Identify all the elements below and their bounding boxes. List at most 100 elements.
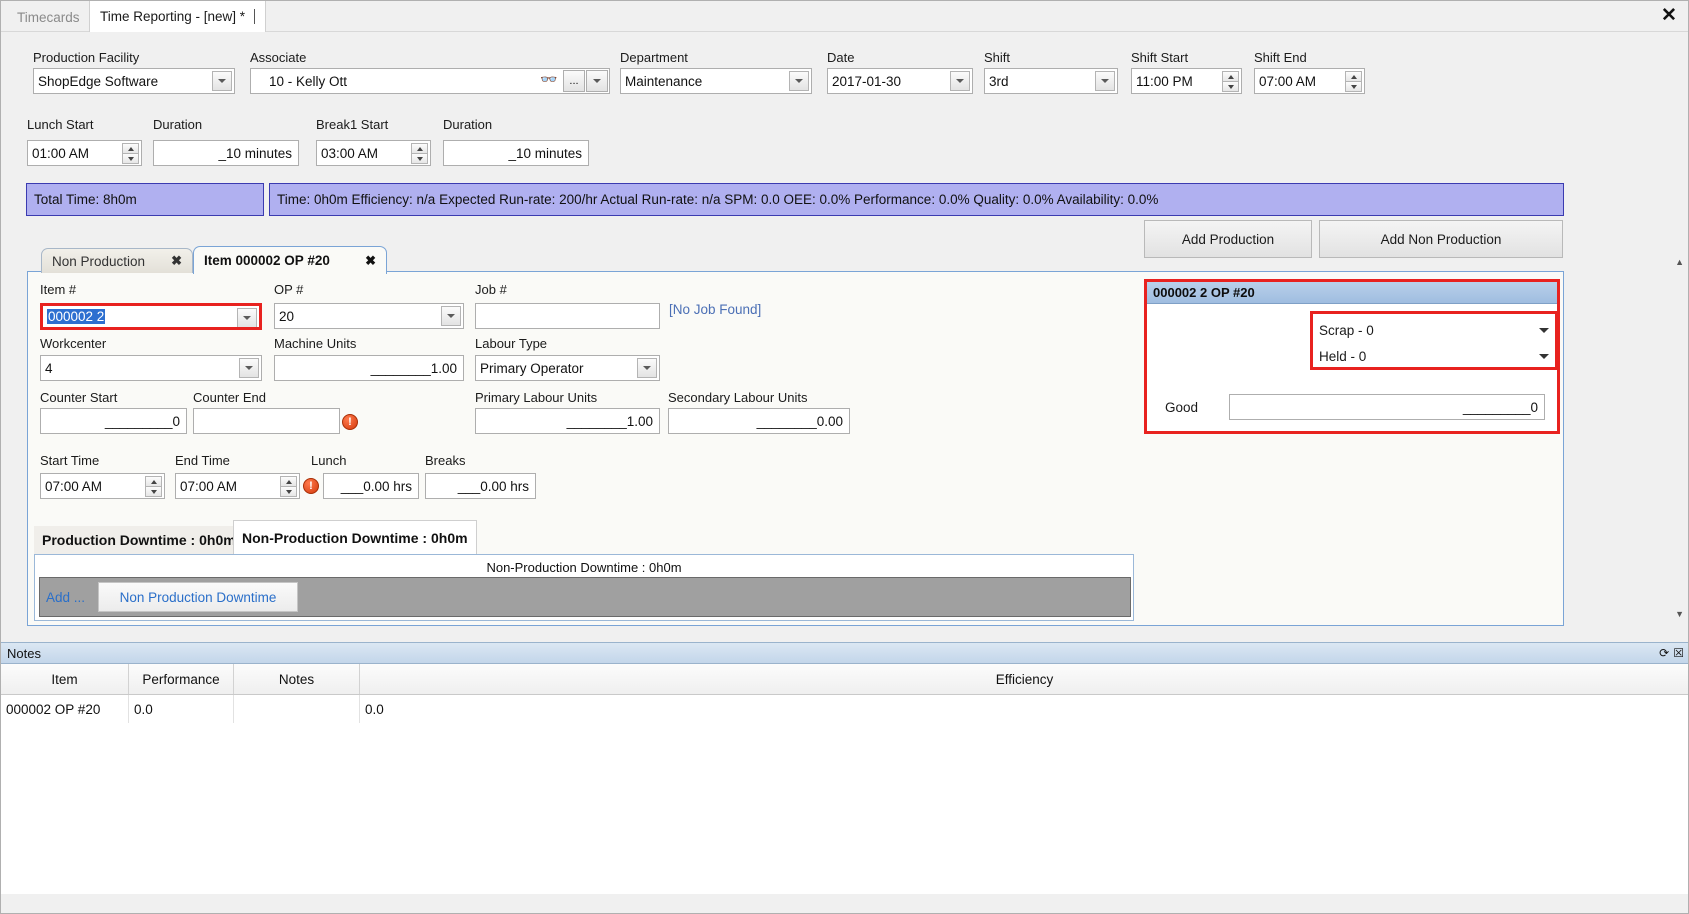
close-icon[interactable]: ✖ [171, 253, 182, 269]
shift-select[interactable]: 3rd [984, 68, 1118, 94]
breaks-input[interactable]: ___0.00 hrs [425, 473, 536, 499]
good-input[interactable]: _________0 [1229, 394, 1545, 420]
add-non-production-downtime-button[interactable]: Non Production Downtime [98, 582, 298, 612]
tab-item-000002-op20[interactable]: Item 000002 OP #20 ✖ [193, 246, 387, 274]
tab-non-production-label: Non Production [52, 253, 146, 269]
tab-non-production-downtime[interactable]: Non-Production Downtime : 0h0m [233, 520, 477, 554]
secondary-labour-units-value: ________0.00 [756, 413, 843, 429]
metrics-bar: Time: 0h0m Efficiency: n/a Expected Run-… [269, 183, 1564, 216]
downtime-add-link[interactable]: Add ... [46, 590, 98, 605]
scrap-dropdown[interactable]: Scrap - 0 [1313, 317, 1555, 343]
associate-ellipsis-button[interactable]: ... [563, 70, 585, 92]
add-production-button[interactable]: Add Production [1144, 220, 1312, 258]
break1-start-input[interactable]: 03:00 AM [316, 140, 431, 166]
production-facility-select[interactable]: ShopEdge Software [33, 68, 235, 94]
downtime-panel: Non-Production Downtime : 0h0m Add ... N… [34, 554, 1134, 621]
scroll-down-icon[interactable]: ▼ [1675, 609, 1684, 619]
chevron-down-icon[interactable] [212, 71, 232, 91]
start-time-input[interactable]: 07:00 AM [40, 473, 165, 499]
chevron-down-icon[interactable] [237, 308, 257, 327]
notes-header: Notes ⟳ ☒ [1, 642, 1688, 664]
secondary-labour-units-input[interactable]: ________0.00 [668, 408, 850, 434]
shift-start-input[interactable]: 11:00 PM [1131, 68, 1242, 94]
end-time-stepper[interactable] [280, 476, 297, 497]
panel-scrollbar[interactable] [1672, 241, 1686, 627]
chevron-down-icon[interactable] [441, 306, 461, 326]
no-job-found-hint: [No Job Found] [669, 302, 762, 317]
shift-value: 3rd [989, 73, 1009, 89]
lunch-start-stepper[interactable] [122, 143, 139, 164]
cell-performance: 0.0 [129, 695, 234, 723]
lunch-start-input[interactable]: 01:00 AM [27, 140, 142, 166]
shift-start-stepper[interactable] [1222, 71, 1239, 92]
shift-end-stepper[interactable] [1345, 71, 1362, 92]
tab-time-reporting[interactable]: Time Reporting - [new] * [89, 1, 267, 32]
date-label: Date [827, 50, 855, 65]
break1-duration-value: _10 minutes [508, 145, 582, 161]
chevron-down-icon[interactable] [239, 358, 259, 378]
chevron-down-icon[interactable] [637, 358, 657, 378]
associate-dropdown-button[interactable] [586, 70, 608, 92]
lunch-duration-input[interactable]: _10 minutes [153, 140, 299, 166]
table-row[interactable]: 000002 OP #20 0.0 0.0 [1, 695, 1688, 723]
department-select[interactable]: Maintenance [620, 68, 812, 94]
tab-production-downtime[interactable]: Production Downtime : 0h0m [34, 526, 244, 554]
workcenter-select[interactable]: 4 [40, 355, 262, 381]
column-header-notes[interactable]: Notes [234, 664, 360, 694]
break1-start-stepper[interactable] [411, 143, 428, 164]
close-icon[interactable]: ✕ [1658, 4, 1680, 26]
counter-end-input[interactable] [193, 408, 340, 434]
add-non-production-button[interactable]: Add Non Production [1319, 220, 1563, 258]
start-time-value: 07:00 AM [45, 478, 103, 494]
end-time-value: 07:00 AM [180, 478, 238, 494]
binoculars-icon[interactable]: 👓 [540, 71, 557, 88]
job-no-input[interactable] [475, 303, 660, 329]
held-label: Held - 0 [1319, 348, 1367, 364]
secondary-labour-units-label: Secondary Labour Units [668, 390, 808, 405]
end-time-input[interactable]: 07:00 AM [175, 473, 300, 499]
counter-start-input[interactable]: _________0 [40, 408, 187, 434]
tab-timecards-label: Timecards [17, 10, 80, 25]
item-no-select[interactable]: 000002 2 [40, 303, 262, 330]
chevron-down-icon [593, 79, 601, 83]
primary-labour-units-input[interactable]: ________1.00 [475, 408, 660, 434]
machine-units-input[interactable]: ________1.00 [274, 355, 464, 381]
add-production-label: Add Production [1181, 231, 1275, 247]
job-no-label: Job # [475, 282, 507, 297]
column-header-efficiency[interactable]: Efficiency [360, 664, 1688, 694]
chevron-down-icon[interactable] [1095, 71, 1115, 91]
primary-labour-units-value: ________1.00 [566, 413, 653, 429]
start-time-stepper[interactable] [145, 476, 162, 497]
held-dropdown[interactable]: Held - 0 [1313, 343, 1555, 369]
break1-start-label: Break1 Start [316, 117, 389, 132]
column-header-performance[interactable]: Performance [129, 664, 234, 694]
chevron-down-icon[interactable] [789, 71, 809, 91]
metrics-text: Time: 0h0m Efficiency: n/a Expected Run-… [277, 192, 1159, 207]
close-icon[interactable]: ✖ [365, 253, 376, 269]
tab-production-downtime-label: Production Downtime : 0h0m [42, 532, 236, 548]
good-label: Good [1165, 400, 1199, 415]
scroll-up-icon[interactable]: ▲ [1675, 257, 1684, 267]
chevron-down-icon [1539, 353, 1549, 359]
restore-icon[interactable]: ⟳ [1659, 646, 1669, 660]
break1-duration-input[interactable]: _10 minutes [443, 140, 589, 166]
lunch-duration-label: Duration [153, 117, 203, 132]
lunch-input[interactable]: ___0.00 hrs [323, 473, 419, 499]
shift-end-value: 07:00 AM [1259, 73, 1317, 89]
labour-type-select[interactable]: Primary Operator [475, 355, 660, 381]
tab-time-reporting-label: Time Reporting - [new] * [100, 9, 246, 24]
close-icon[interactable]: ☒ [1673, 646, 1684, 660]
downtime-panel-title: Non-Production Downtime : 0h0m [486, 560, 682, 575]
item-no-value: 000002 2 [47, 309, 106, 324]
chevron-down-icon[interactable] [950, 71, 970, 91]
date-select[interactable]: 2017-01-30 [827, 68, 973, 94]
breaks-value: ___0.00 hrs [457, 478, 529, 494]
shift-end-input[interactable]: 07:00 AM [1254, 68, 1365, 94]
op-no-select[interactable]: 20 [274, 303, 464, 329]
tab-timecards[interactable]: Timecards [7, 4, 90, 31]
column-header-item[interactable]: Item [1, 664, 129, 694]
primary-labour-units-label: Primary Labour Units [475, 390, 598, 405]
department-label: Department [620, 50, 688, 65]
item-no-label: Item # [40, 282, 77, 297]
tab-non-production[interactable]: Non Production ✖ [41, 248, 193, 273]
